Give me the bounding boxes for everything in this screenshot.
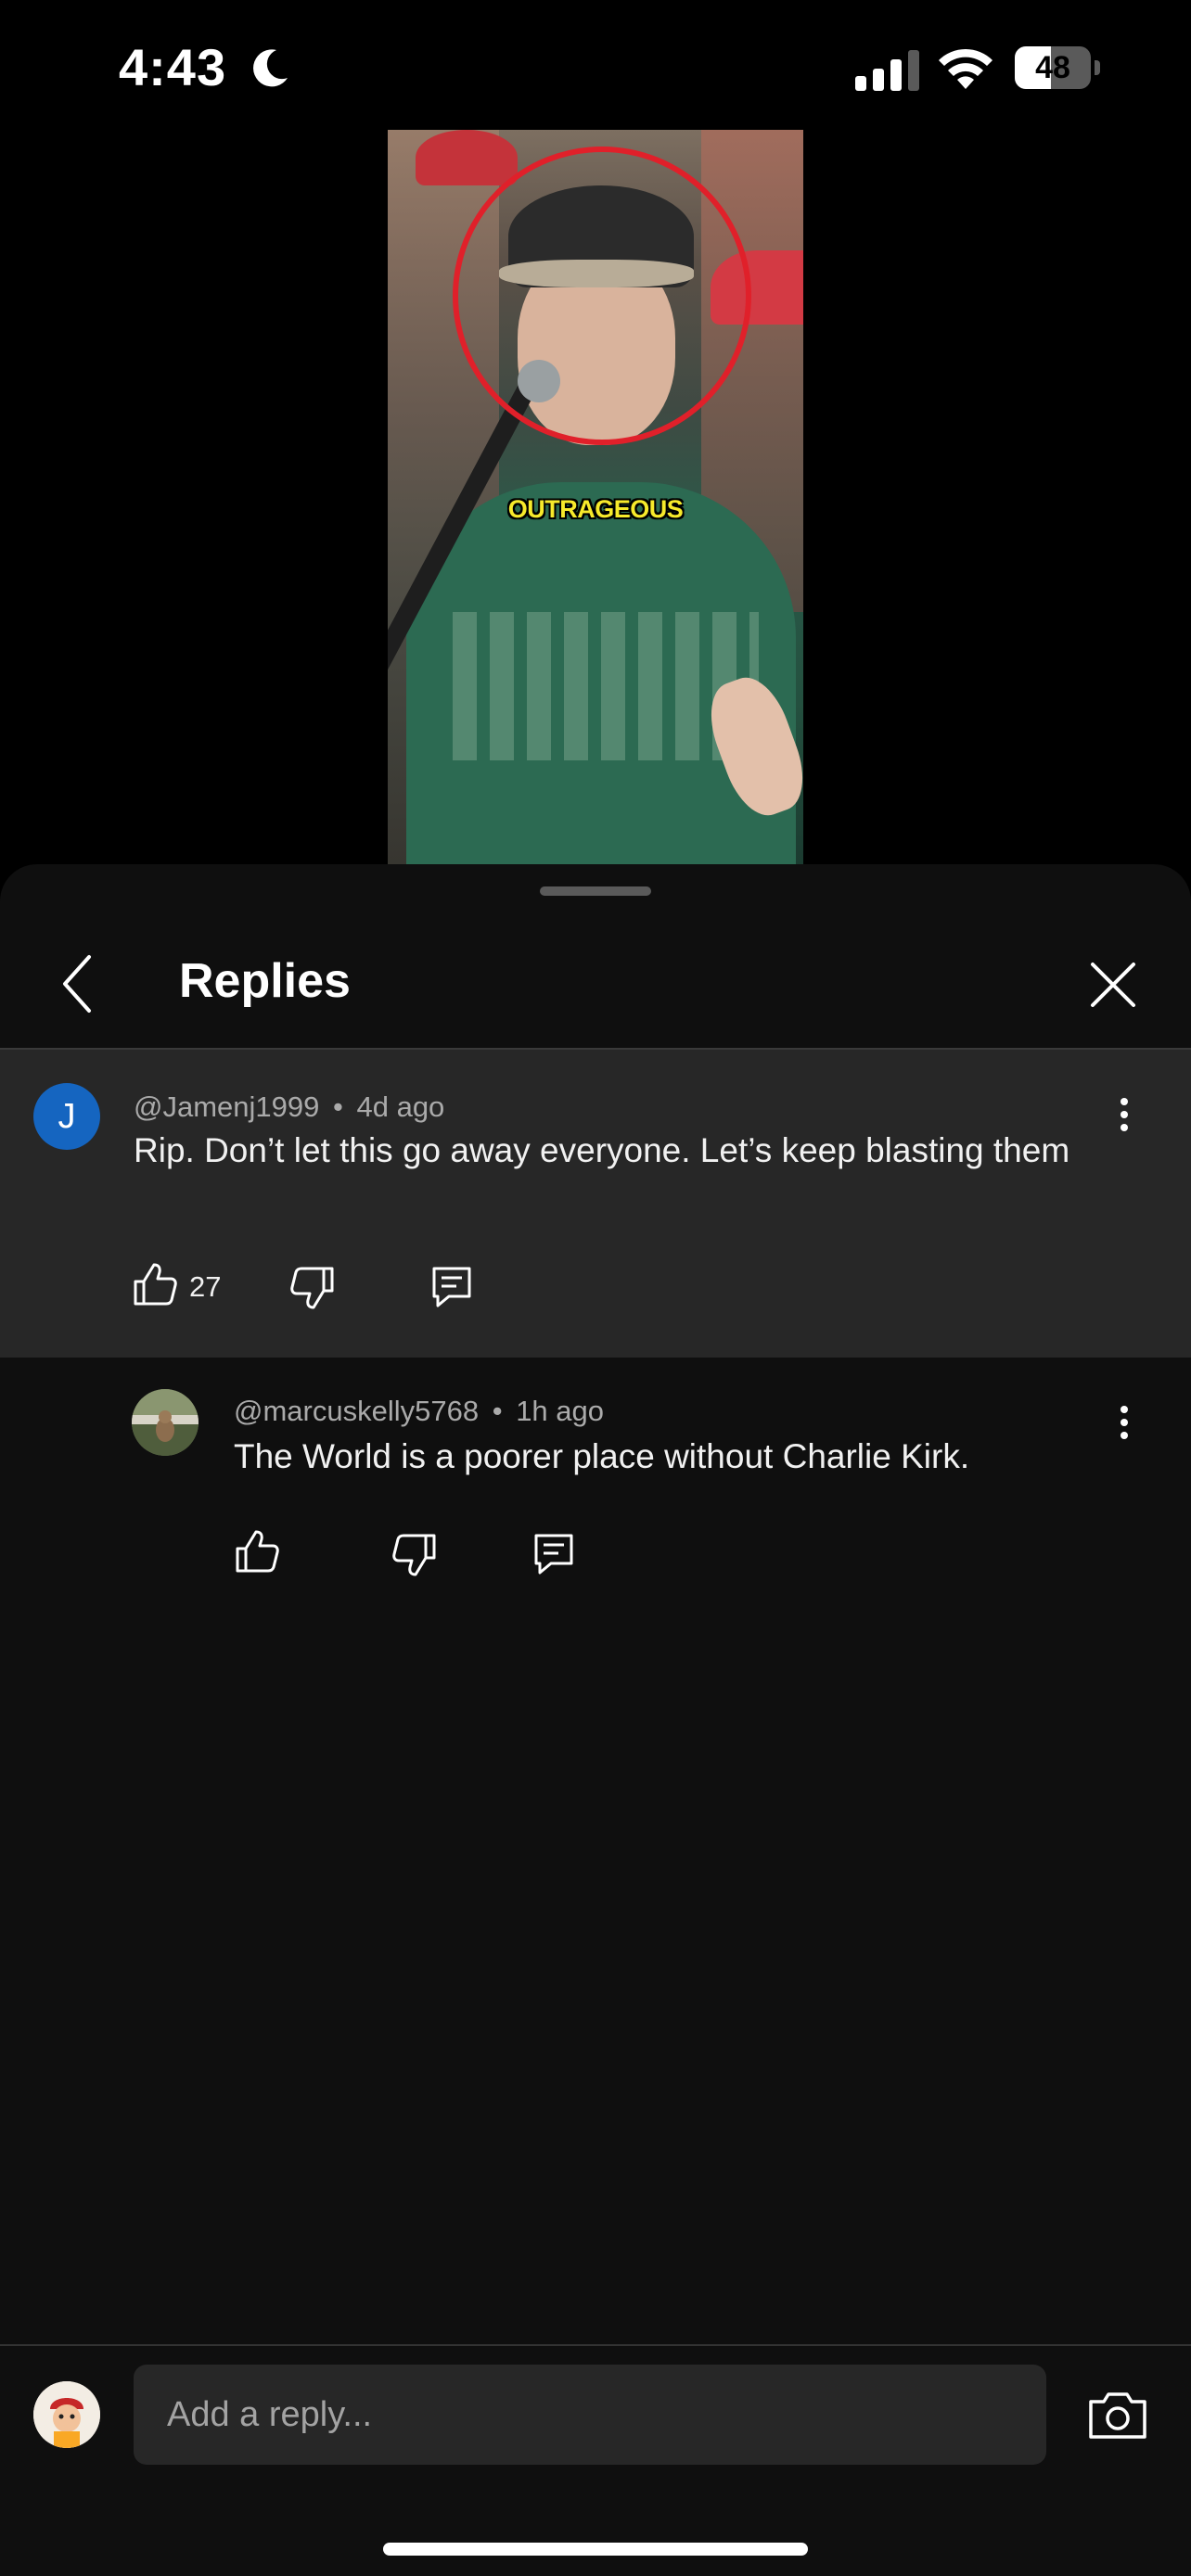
comment-time: 4d ago <box>356 1090 445 1123</box>
comment-author[interactable]: @Jamenj1999 <box>134 1090 319 1123</box>
drag-handle[interactable] <box>540 886 651 896</box>
sheet-title: Replies <box>179 954 351 1008</box>
status-time: 4:43 <box>119 38 227 96</box>
reply-icon[interactable] <box>531 1530 577 1576</box>
back-arrow-icon[interactable] <box>56 951 102 1016</box>
input-divider <box>0 2344 1191 2346</box>
more-vert-icon[interactable] <box>1115 1096 1133 1133</box>
like-count: 27 <box>189 1270 222 1303</box>
avatar[interactable]: J <box>33 1083 100 1150</box>
wifi-icon <box>939 48 992 89</box>
reply-input[interactable] <box>134 2365 1046 2465</box>
comment-meta: @Jamenj1999 • 4d ago <box>134 1090 444 1124</box>
close-icon[interactable] <box>1087 959 1139 1011</box>
reply-meta: @marcuskelly5768 • 1h ago <box>234 1395 604 1428</box>
dislike-icon[interactable] <box>289 1265 336 1311</box>
home-indicator[interactable] <box>383 2543 808 2556</box>
video-player[interactable]: OUTRAGEOUS <box>388 130 803 864</box>
reply-text: The World is a poorer place without Char… <box>234 1437 970 1475</box>
battery-icon: 48 <box>1015 46 1100 89</box>
user-avatar[interactable] <box>33 2381 100 2448</box>
highlight-circle <box>453 147 751 445</box>
like-icon[interactable] <box>132 1261 178 1307</box>
parent-comment: J @Jamenj1999 • 4d ago Rip. Don’t let th… <box>0 1050 1191 1358</box>
reply-time: 1h ago <box>516 1395 605 1427</box>
avatar[interactable] <box>132 1389 198 1456</box>
dislike-icon[interactable] <box>391 1532 438 1578</box>
replies-sheet: Replies J @Jamenj1999 • 4d ago Rip. Don’… <box>0 864 1191 2576</box>
reply-author[interactable]: @marcuskelly5768 <box>234 1395 479 1427</box>
comment-text: Rip. Don’t let this go away everyone. Le… <box>134 1131 1070 1169</box>
battery-level: 48 <box>1035 50 1070 85</box>
like-icon[interactable] <box>234 1528 280 1575</box>
meta-separator: • <box>333 1090 343 1123</box>
camera-icon[interactable] <box>1087 2389 1148 2441</box>
status-bar: 4:43 48 <box>0 0 1191 130</box>
video-caption: OUTRAGEOUS <box>507 495 684 523</box>
reply-icon[interactable] <box>429 1263 475 1309</box>
signal-icon <box>855 50 919 91</box>
moon-icon <box>253 49 288 87</box>
meta-separator: • <box>492 1395 503 1427</box>
more-vert-icon[interactable] <box>1115 1404 1133 1441</box>
